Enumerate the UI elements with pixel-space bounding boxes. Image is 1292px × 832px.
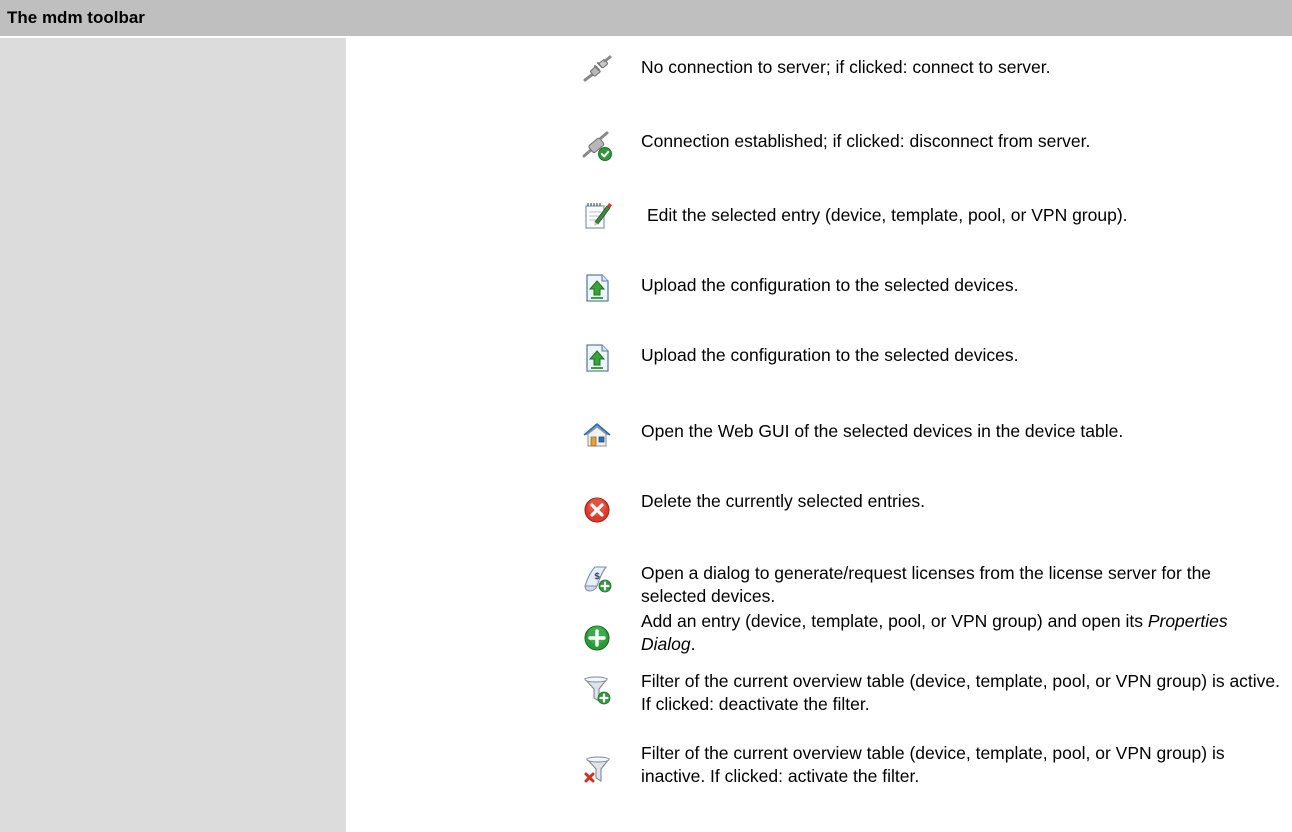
delete-icon [581,494,613,526]
disconnected-plug-icon [581,54,613,86]
connected-plug-icon [581,130,613,162]
upload-document-icon [581,272,613,304]
column-divider [346,186,1292,187]
row-description: Open the Web GUI of the selected devices… [641,421,1124,441]
row-description: Open a dialog to generate/request licens… [641,563,1212,606]
edit-notepad-icon [581,200,613,232]
row-description: Filter of the current overview table (de… [641,743,1225,786]
row-description: No connection to server; if clicked: con… [641,57,1051,77]
svg-text:$: $ [594,572,600,582]
filter-active-icon [581,674,613,706]
left-column [0,38,346,832]
table-title: The mdm toolbar [7,8,145,27]
row-divider [346,262,1292,263]
home-icon [581,418,613,450]
upload-document-icon [581,342,613,374]
page: The mdm toolbar No connection to server;… [0,0,1292,832]
row-description: Add an entry (device, template, pool, or… [641,610,1281,656]
table-header: The mdm toolbar [0,0,1292,38]
row-description: Delete the currently selected entries. [641,491,926,511]
row-divider [346,548,1292,549]
row-description: Upload the configuration to the selected… [641,345,1019,365]
row-description-text: Add an entry (device, template, pool, or… [641,611,1148,631]
row-description: Upload the configuration to the selected… [641,275,1019,295]
row-description-period: . [690,634,696,654]
row-description: Connection established; if clicked: disc… [641,131,1091,151]
row-description: Filter of the current overview table (de… [641,671,1281,714]
row-divider [346,478,1292,479]
column-divider [346,38,348,832]
filter-inactive-icon [581,754,613,786]
add-icon [581,622,613,654]
row-description: Edit the selected entry (device, templat… [647,205,1128,225]
license-icon: $ [581,562,613,594]
